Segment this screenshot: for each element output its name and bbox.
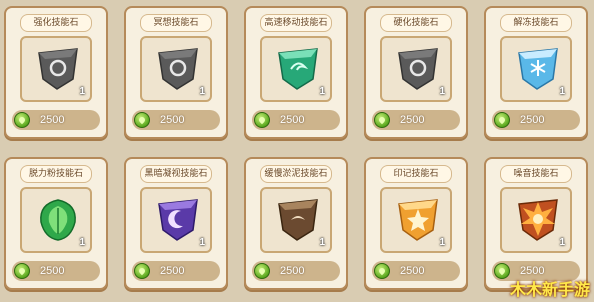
item-count: 1 [439,86,445,97]
price-bar: 2500 [372,261,460,281]
price-value: 2500 [520,114,545,126]
skill-stone-card[interactable]: 脱力粉技能石 1 2500 [4,157,108,290]
item-count: 1 [199,86,205,97]
clover-coin-icon [254,112,270,128]
skill-stone-card[interactable]: 噪音技能石 1 2500 [484,157,588,290]
gray-ring-stone-icon [158,48,198,90]
clover-coin-icon [374,112,390,128]
item-count: 1 [559,237,565,248]
item-slot: 1 [380,36,452,102]
card-title: 硬化技能石 [380,14,452,32]
green-swirl-stone-icon [278,48,318,90]
item-slot: 1 [380,187,452,253]
price-bar: 2500 [372,110,460,130]
clover-coin-icon [134,263,150,279]
item-slot: 1 [500,187,572,253]
price-value: 2500 [160,114,185,126]
clover-coin-icon [494,263,510,279]
card-title: 黑暗凝视技能石 [140,165,212,183]
brown-mud-stone-icon [278,199,318,241]
item-slot: 1 [140,187,212,253]
price-value: 2500 [400,114,425,126]
price-bar: 2500 [12,110,100,130]
item-count: 1 [439,237,445,248]
card-title: 噪音技能石 [500,165,572,183]
gray-ring-stone-icon [38,48,78,90]
skill-stone-card[interactable]: 高速移动技能石 1 2500 [244,6,348,139]
orange-star-stone-icon [398,199,438,241]
price-bar: 2500 [132,261,220,281]
skill-stone-card[interactable]: 硬化技能石 1 2500 [364,6,468,139]
price-bar: 2500 [492,110,580,130]
skill-stone-card[interactable]: 缓慢淤泥技能石 1 2500 [244,157,348,290]
item-slot: 1 [260,36,332,102]
clover-coin-icon [254,263,270,279]
item-slot: 1 [20,36,92,102]
clover-coin-icon [14,263,30,279]
clover-coin-icon [374,263,390,279]
item-count: 1 [79,86,85,97]
item-count: 1 [319,86,325,97]
price-value: 2500 [280,265,305,277]
item-slot: 1 [500,36,572,102]
card-title: 强化技能石 [20,14,92,32]
green-leaf-stone-icon [40,199,76,241]
skill-stone-card[interactable]: 印记技能石 1 2500 [364,157,468,290]
card-title: 高速移动技能石 [260,14,332,32]
price-bar: 2500 [252,261,340,281]
clover-coin-icon [494,112,510,128]
card-title: 解冻技能石 [500,14,572,32]
skill-stone-card[interactable]: 冥想技能石 1 2500 [124,6,228,139]
item-slot: 1 [140,36,212,102]
card-title: 缓慢淤泥技能石 [260,165,332,183]
watermark-logo: 木木新手游 [509,280,590,299]
price-value: 2500 [160,265,185,277]
price-bar: 2500 [12,261,100,281]
price-value: 2500 [40,114,65,126]
item-slot: 1 [260,187,332,253]
card-title: 冥想技能石 [140,14,212,32]
price-bar: 2500 [132,110,220,130]
price-value: 2500 [280,114,305,126]
item-slot: 1 [20,187,92,253]
card-title: 脱力粉技能石 [20,165,92,183]
item-count: 1 [559,86,565,97]
blue-snowflake-stone-icon [518,48,558,90]
gray-ring-stone-icon [398,48,438,90]
fire-burst-stone-icon [518,199,558,241]
price-value: 2500 [40,265,65,277]
item-count: 1 [319,237,325,248]
skill-stone-card[interactable]: 强化技能石 1 2500 [4,6,108,139]
price-value: 2500 [400,265,425,277]
clover-coin-icon [14,112,30,128]
skill-stone-card[interactable]: 解冻技能石 1 2500 [484,6,588,139]
skill-stone-card[interactable]: 黑暗凝视技能石 1 2500 [124,157,228,290]
item-count: 1 [79,237,85,248]
price-bar: 2500 [252,110,340,130]
card-title: 印记技能石 [380,165,452,183]
skill-stone-shop-grid: 强化技能石 1 2500 冥想技能石 1 2500 高速移动技能石 1 2500… [0,0,594,302]
clover-coin-icon [134,112,150,128]
purple-moon-stone-icon [158,199,198,241]
item-count: 1 [199,237,205,248]
